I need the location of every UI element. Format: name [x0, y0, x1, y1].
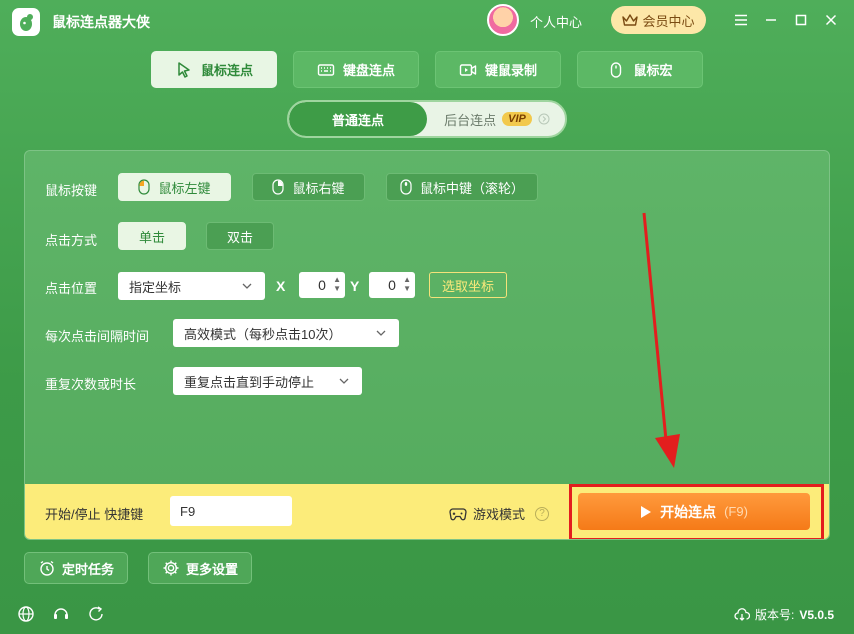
cursor-icon: [178, 61, 190, 78]
mouse-logo-icon: [20, 14, 33, 31]
cloud-download-icon: [734, 607, 750, 621]
click-position-label: 点击位置: [45, 281, 98, 296]
vip-center-button[interactable]: 会员中心: [611, 6, 706, 34]
mouse-right-icon: [272, 179, 285, 195]
x-coordinate-value: 0: [318, 277, 326, 293]
record-icon: [459, 63, 477, 76]
mouse-button-label: 鼠标按键: [45, 183, 98, 198]
version-info: 版本号: V5.0.5: [734, 606, 834, 623]
timer-task-button[interactable]: 定时任务: [24, 552, 128, 584]
mouse-left-option[interactable]: 鼠标左键: [118, 173, 231, 201]
mouse-icon: [611, 61, 622, 78]
app-logo: [12, 8, 40, 36]
y-coordinate-input[interactable]: 0 ▲ ▼: [369, 272, 415, 298]
mouse-middle-label: 鼠标中键（滚轮）: [419, 180, 524, 196]
user-center-link[interactable]: 个人中心: [530, 12, 582, 31]
position-select[interactable]: 指定坐标: [118, 272, 265, 300]
repeat-label: 重复次数或时长: [45, 377, 137, 392]
interval-label: 每次点击间隔时间: [45, 329, 150, 344]
mouse-right-option[interactable]: 鼠标右键: [252, 173, 365, 201]
chevron-down-icon: [339, 378, 349, 384]
mouse-left-label: 鼠标左键: [158, 180, 211, 196]
tab-record-label: 键鼠录制: [484, 63, 537, 78]
help-icon[interactable]: ?: [535, 506, 550, 521]
tab-record[interactable]: 键鼠录制: [435, 51, 561, 88]
game-mode-toggle[interactable]: 游戏模式 ?: [449, 504, 550, 523]
control-bar: 开始/停止 快捷键 F9 游戏模式 ? 开始连点 (F9): [25, 484, 829, 539]
more-settings-button[interactable]: 更多设置: [148, 552, 252, 584]
refresh-icon[interactable]: [87, 605, 105, 623]
tab-keyboard-click-label: 键盘连点: [342, 63, 395, 78]
start-hotkey-hint: (F9): [724, 504, 748, 519]
hotkey-value: F9: [180, 503, 196, 519]
timer-task-label: 定时任务: [61, 561, 114, 577]
vip-badge: VIP: [502, 112, 532, 126]
tab-normal-click[interactable]: 普通连点: [289, 102, 427, 136]
version-label: 版本号:: [755, 608, 795, 622]
tab-normal-click-label: 普通连点: [331, 112, 384, 128]
app-title: 鼠标连点器大侠: [52, 14, 150, 30]
globe-icon[interactable]: [17, 605, 35, 623]
tab-mouse-macro[interactable]: 鼠标宏: [577, 51, 703, 88]
double-click-label: 双击: [226, 229, 253, 245]
gamepad-icon: [449, 507, 467, 520]
chevron-down-icon: [242, 283, 252, 289]
keyboard-icon: [317, 63, 335, 76]
support-icon[interactable]: [52, 605, 70, 623]
more-settings-label: 更多设置: [185, 561, 238, 577]
title-bar: 鼠标连点器大侠 个人中心 会员中心: [0, 0, 854, 40]
close-button[interactable]: [821, 10, 841, 30]
settings-panel: 鼠标按键 鼠标左键 鼠标右键 鼠标中键（滚轮） 点击方式 单击 双击 点击位置 …: [24, 150, 830, 540]
click-mode-label: 点击方式: [45, 233, 98, 248]
mouse-left-icon: [138, 179, 151, 195]
game-mode-label: 游戏模式: [473, 507, 526, 522]
maximize-button[interactable]: [791, 10, 811, 30]
vip-center-label: 会员中心: [642, 13, 695, 29]
repeat-select[interactable]: 重复点击直到手动停止: [173, 367, 362, 395]
mouse-middle-icon: [400, 179, 412, 195]
tab-background-click[interactable]: 后台连点 VIP: [429, 102, 565, 136]
hotkey-input[interactable]: F9: [170, 496, 292, 526]
minimize-button[interactable]: [761, 10, 781, 30]
hotkey-label: 开始/停止 快捷键: [45, 507, 144, 522]
x-spinner-icon[interactable]: ▲ ▼: [333, 275, 341, 293]
x-axis-label: X: [276, 278, 286, 294]
tab-mouse-macro-label: 鼠标宏: [633, 63, 673, 78]
y-axis-label: Y: [350, 278, 360, 294]
position-select-value: 指定坐标: [129, 279, 182, 295]
tab-keyboard-click[interactable]: 键盘连点: [293, 51, 419, 88]
mouse-middle-option[interactable]: 鼠标中键（滚轮）: [386, 173, 538, 201]
chevron-circle-icon: [538, 113, 550, 125]
y-spinner-icon[interactable]: ▲ ▼: [403, 275, 411, 293]
close-icon: [825, 14, 837, 26]
double-click-option[interactable]: 双击: [206, 222, 274, 250]
start-click-button[interactable]: 开始连点 (F9): [578, 493, 810, 530]
pick-coordinate-button[interactable]: 选取坐标: [429, 272, 507, 298]
interval-select[interactable]: 高效模式（每秒点击10次）: [173, 319, 399, 347]
tab-mouse-click[interactable]: 鼠标连点: [151, 51, 277, 88]
start-click-label: 开始连点: [660, 503, 717, 520]
menu-icon: [735, 14, 747, 26]
minimize-icon: [766, 19, 776, 21]
play-icon: [641, 505, 652, 518]
crown-icon: [622, 14, 639, 26]
repeat-select-value: 重复点击直到手动停止: [184, 374, 315, 390]
sub-tab-switch: 普通连点 后台连点 VIP: [287, 100, 567, 138]
mouse-right-label: 鼠标右键: [292, 180, 345, 196]
version-value: V5.0.5: [799, 607, 835, 622]
tab-mouse-click-label: 鼠标连点: [200, 63, 253, 78]
interval-select-value: 高效模式（每秒点击10次）: [184, 326, 342, 342]
tab-background-click-label: 后台连点: [444, 112, 497, 128]
single-click-option[interactable]: 单击: [118, 222, 186, 250]
user-avatar[interactable]: [487, 4, 519, 36]
alarm-clock-icon: [40, 560, 54, 576]
y-coordinate-value: 0: [388, 277, 396, 293]
chevron-down-icon: [376, 330, 386, 336]
x-coordinate-input[interactable]: 0 ▲ ▼: [299, 272, 345, 298]
single-click-label: 单击: [138, 229, 165, 245]
menu-button[interactable]: [731, 10, 751, 30]
maximize-icon: [795, 14, 807, 26]
gear-icon: [163, 560, 179, 576]
